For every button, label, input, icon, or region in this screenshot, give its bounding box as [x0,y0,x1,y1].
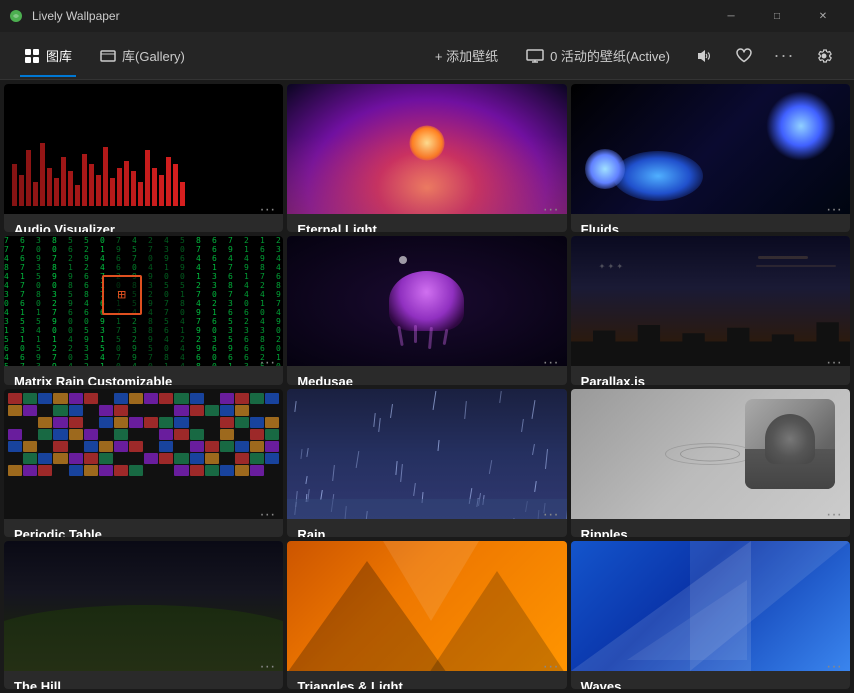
card-periodic-table[interactable]: Periodic Table Interactive periodic tabl… [4,389,283,537]
card-menu-ripples[interactable]: ··· [826,507,842,523]
titlebar-left: Lively Wallpaper [8,8,120,24]
window-controls: ─ □ ✕ [708,0,846,32]
maximize-button[interactable]: □ [754,0,800,32]
card-thumbnail-medusae [287,236,566,366]
card-thumbnail-matrix-rain: 7748443043156457 6767177615310673 309350… [4,236,283,366]
favorites-button[interactable] [726,38,762,74]
card-parallaxjs[interactable]: ✦ ✦ ✦ Parallax.js Parallax.js engine git… [571,236,850,384]
card-info-fluids: Fluids Fluid simulation using WebGL, rea… [571,214,850,232]
more-button[interactable]: ··· [766,38,802,74]
card-waves[interactable]: Waves Animated wave wallpaper. ··· [571,541,850,689]
card-menu-medusae[interactable]: ··· [543,355,559,371]
tab-library[interactable]: 图库 [12,40,84,71]
active-wallpaper-button[interactable]: 0 活动的壁纸(Active) [514,40,682,71]
app-icon [8,8,24,24]
card-thumbnail-audio-visualizer [4,84,283,214]
card-menu-eternal-light[interactable]: ··· [543,202,559,218]
gallery-grid: Audio Visualizer Audio spectrum that rea… [0,80,854,693]
card-audio-visualizer[interactable]: Audio Visualizer Audio spectrum that rea… [4,84,283,232]
card-menu-triangles-light[interactable]: ··· [543,659,559,675]
card-info-ripples: Ripples Puddle that shows weather. [571,519,850,537]
card-menu-parallaxjs[interactable]: ··· [826,355,842,371]
card-info-the-hill: The Hill Scenic hill environment. [4,671,283,689]
tab-gallery-label: 库(Gallery) [122,46,185,65]
card-title-waves: Waves [581,679,820,689]
audio-icon [695,47,713,65]
card-title-matrix-rain: Matrix Rain Customizable [14,374,253,384]
card-thumbnail-waves [571,541,850,671]
settings-button[interactable] [806,38,842,74]
monitor-icon [526,49,544,63]
card-thumbnail-eternal-light [287,84,566,214]
card-title-the-hill: The Hill [14,679,253,689]
card-thumbnail-fluids [571,84,850,214]
grid-icon [24,48,40,64]
add-wallpaper-label: + 添加壁纸 [435,46,498,65]
card-medusae[interactable]: Medusae Soft body jellyfish simulation. … [287,236,566,384]
minimize-button[interactable]: ─ [708,0,754,32]
card-rain[interactable]: Rain Customisable rain particles. ··· [287,389,566,537]
card-info-audio-visualizer: Audio Visualizer Audio spectrum that rea… [4,214,283,232]
card-thumbnail-rain [287,389,566,519]
card-title-ripples: Ripples [581,527,820,537]
card-menu-matrix-rain[interactable]: ··· [259,355,275,371]
card-info-parallaxjs: Parallax.js Parallax.js engine github pa… [571,366,850,384]
card-info-waves: Waves Animated wave wallpaper. [571,671,850,689]
card-title-parallaxjs: Parallax.js [581,374,820,384]
card-menu-periodic-table[interactable]: ··· [259,507,275,523]
card-title-medusae: Medusae [297,374,536,384]
card-menu-waves[interactable]: ··· [826,659,842,675]
card-matrix-rain[interactable]: 7748443043156457 6767177615310673 309350… [4,236,283,384]
card-thumbnail-periodic-table [4,389,283,519]
card-info-matrix-rain: Matrix Rain Customizable Matrix like rai… [4,366,283,384]
close-button[interactable]: ✕ [800,0,846,32]
gallery-icon [100,48,116,64]
tab-gallery[interactable]: 库(Gallery) [88,40,197,71]
heart-icon [735,47,753,65]
settings-icon [815,47,833,65]
card-the-hill[interactable]: The Hill Scenic hill environment. ··· [4,541,283,689]
card-eternal-light[interactable]: Eternal Light Beautiful sunset render. ·… [287,84,566,232]
card-menu-rain[interactable]: ··· [543,507,559,523]
card-menu-the-hill[interactable]: ··· [259,659,275,675]
card-thumbnail-parallaxjs: ✦ ✦ ✦ [571,236,850,366]
card-info-eternal-light: Eternal Light Beautiful sunset render. [287,214,566,232]
active-wallpaper-label: 0 活动的壁纸(Active) [550,46,670,65]
card-title-eternal-light: Eternal Light [297,222,536,232]
audio-button[interactable] [686,38,722,74]
titlebar: Lively Wallpaper ─ □ ✕ [0,0,854,32]
card-title-triangles-light: Triangles & Light [297,679,536,689]
card-info-triangles-light: Triangles & Light Colorful triangle anim… [287,671,566,689]
card-fluids[interactable]: Fluids Fluid simulation using WebGL, rea… [571,84,850,232]
card-title-rain: Rain [297,527,536,537]
card-title-fluids: Fluids [581,222,820,232]
card-info-periodic-table: Periodic Table Interactive periodic tabl… [4,519,283,537]
card-info-medusae: Medusae Soft body jellyfish simulation. [287,366,566,384]
card-ripples[interactable]: Ripples Puddle that shows weather. ··· [571,389,850,537]
toolbar: 图库 库(Gallery) + 添加壁纸 0 活动的壁纸(Active) ··· [0,32,854,80]
card-triangles-light[interactable]: Triangles & Light Colorful triangle anim… [287,541,566,689]
card-thumbnail-ripples [571,389,850,519]
app-title: Lively Wallpaper [32,9,120,23]
card-thumbnail-triangles-light [287,541,566,671]
card-title-audio-visualizer: Audio Visualizer [14,222,253,232]
card-title-periodic-table: Periodic Table [14,527,253,537]
card-thumbnail-the-hill [4,541,283,671]
card-menu-fluids[interactable]: ··· [826,202,842,218]
card-menu-audio-visualizer[interactable]: ··· [259,202,275,218]
tab-library-label: 图库 [46,46,72,65]
add-wallpaper-button[interactable]: + 添加壁纸 [423,40,510,71]
card-info-rain: Rain Customisable rain particles. [287,519,566,537]
